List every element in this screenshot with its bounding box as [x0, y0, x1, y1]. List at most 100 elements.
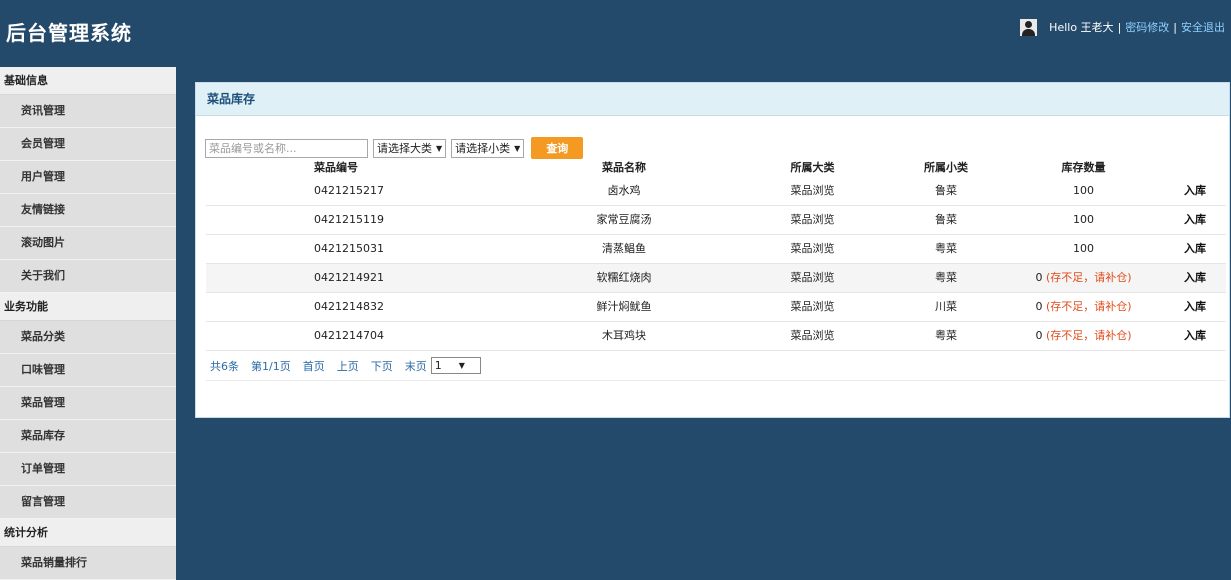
dish-code: 0421214921: [314, 271, 384, 284]
first-page-link[interactable]: 首页: [303, 358, 325, 374]
sidebar-item-slides[interactable]: 滚动图片: [0, 227, 176, 260]
sidebar-group-basic[interactable]: 基础信息: [0, 67, 176, 95]
logout-link[interactable]: 安全退出: [1181, 19, 1225, 35]
sidebar-item-dishes[interactable]: 菜品管理: [0, 387, 176, 420]
chevron-down-icon: ▼: [436, 143, 443, 153]
sidebar-item-links[interactable]: 友情链接: [0, 194, 176, 227]
stock-value: 0: [1035, 300, 1043, 313]
dish-subcategory: 粤菜: [935, 242, 957, 255]
sidebar-item-about[interactable]: 关于我们: [0, 260, 176, 293]
table-row: 0421215217 卤水鸡 菜品浏览 鲁菜 100 入库: [206, 177, 1226, 206]
stock-in-button[interactable]: 入库: [1184, 293, 1206, 321]
dish-subcategory: 鲁菜: [935, 213, 957, 226]
sidebar-item-sales-ranking[interactable]: 菜品销量排行: [0, 547, 176, 580]
dish-code: 0421215217: [314, 184, 384, 197]
dish-name: 家常豆腐汤: [596, 213, 652, 226]
stock-value: 0: [1035, 271, 1043, 284]
subcategory-select-value: 请选择小类: [455, 142, 511, 155]
page-info: 第1/1页: [251, 359, 291, 373]
dish-category: 菜品浏览: [790, 329, 835, 342]
user-greeting: Hello 王老大: [1049, 21, 1114, 34]
stock-value: 0: [1035, 329, 1043, 342]
prev-page-link[interactable]: 上页: [337, 358, 359, 374]
dish-subcategory: 粤菜: [935, 329, 957, 342]
pagination: 共6条 第1/1页 首页 上页 下页 末页 1 ▼: [210, 357, 481, 374]
stock-in-button[interactable]: 入库: [1184, 264, 1206, 292]
sidebar-item-messages[interactable]: 留言管理: [0, 486, 176, 519]
dish-name: 软糯红烧肉: [596, 271, 652, 284]
table-row: 0421215119 家常豆腐汤 菜品浏览 鲁菜 100 入库: [206, 206, 1226, 235]
stock-in-button[interactable]: 入库: [1184, 235, 1206, 263]
stock-warning: (存不足，请补仓): [1045, 271, 1132, 284]
divider: [206, 380, 1226, 381]
stock-quantity: 0 (存不足，请补仓): [1001, 264, 1166, 292]
table-row: 0421214921 软糯红烧肉 菜品浏览 粤菜 0 (存不足，请补仓) 入库: [206, 264, 1226, 293]
dish-category: 菜品浏览: [790, 300, 835, 313]
dish-code: 0421214704: [314, 329, 384, 342]
header-separator: |: [1173, 20, 1177, 34]
sidebar-item-inventory[interactable]: 菜品库存: [0, 420, 176, 453]
category-select[interactable]: 请选择大类 ▼: [373, 138, 447, 158]
column-header-quantity: 库存数量: [1061, 161, 1106, 174]
dish-subcategory: 粤菜: [935, 271, 957, 284]
dish-subcategory: 川菜: [935, 300, 957, 313]
table-header: 菜品编号 菜品名称 所属大类 所属小类 库存数量: [206, 159, 1226, 177]
column-header-subcategory: 所属小类: [924, 161, 968, 174]
next-page-link[interactable]: 下页: [371, 358, 393, 374]
total-count: 共6条: [210, 359, 239, 373]
last-page-link[interactable]: 末页: [405, 358, 427, 374]
dish-name: 鲜汁焖鱿鱼: [596, 300, 652, 313]
page-select[interactable]: 1 ▼: [430, 357, 481, 374]
stock-quantity: 100: [1001, 177, 1166, 205]
stock-quantity: 0 (存不足，请补仓): [1001, 293, 1166, 321]
table-row: 0421214704 木耳鸡块 菜品浏览 粤菜 0 (存不足，请补仓) 入库: [206, 322, 1226, 351]
stock-value: 100: [1073, 242, 1094, 255]
stock-warning: (存不足，请补仓): [1045, 300, 1132, 313]
category-select-value: 请选择大类: [377, 142, 432, 155]
stock-quantity: 100: [1001, 235, 1166, 263]
dish-name: 卤水鸡: [607, 184, 641, 197]
subcategory-select[interactable]: 请选择小类 ▼: [451, 138, 525, 158]
stock-in-button[interactable]: 入库: [1184, 322, 1206, 350]
sidebar-group-business[interactable]: 业务功能: [0, 293, 176, 321]
search-input[interactable]: [205, 138, 368, 158]
top-header: 后台管理系统 Hello 王老大 | 密码修改 | 安全退出: [0, 0, 1231, 62]
dish-category: 菜品浏览: [790, 184, 835, 197]
stock-in-button[interactable]: 入库: [1184, 177, 1206, 205]
user-avatar-icon: [1020, 18, 1038, 36]
dish-code: 0421215031: [314, 242, 384, 255]
user-box: Hello 王老大 | 密码修改 | 安全退出: [1020, 17, 1225, 37]
inventory-table: 菜品编号 菜品名称 所属大类 所属小类 库存数量 0421215217 卤水鸡 …: [206, 159, 1226, 351]
column-header-category: 所属大类: [790, 161, 835, 174]
stock-warning: (存不足，请补仓): [1045, 329, 1132, 342]
stock-in-button[interactable]: 入库: [1184, 206, 1206, 234]
dish-name: 木耳鸡块: [602, 329, 646, 342]
change-password-link[interactable]: 密码修改: [1125, 19, 1169, 35]
chevron-down-icon: ▼: [514, 143, 521, 153]
header-separator: |: [1117, 20, 1122, 34]
sidebar-item-dish-category[interactable]: 菜品分类: [0, 321, 176, 354]
sidebar-group-stats[interactable]: 统计分析: [0, 519, 176, 547]
stock-value: 100: [1073, 213, 1094, 226]
dish-subcategory: 鲁菜: [935, 184, 957, 197]
page-select-value: 1: [434, 359, 442, 372]
sidebar-item-orders[interactable]: 订单管理: [0, 453, 176, 486]
dish-code: 0421214832: [314, 300, 384, 313]
column-header-code: 菜品编号: [314, 161, 358, 174]
panel-title: 菜品库存: [196, 83, 1229, 116]
sidebar-item-news[interactable]: 资讯管理: [0, 95, 176, 128]
column-header-name: 菜品名称: [602, 161, 646, 174]
sidebar-item-members[interactable]: 会员管理: [0, 128, 176, 161]
table-row: 0421214832 鲜汁焖鱿鱼 菜品浏览 川菜 0 (存不足，请补仓) 入库: [206, 293, 1226, 322]
app-title: 后台管理系统: [6, 21, 132, 45]
search-toolbar: 请选择大类 ▼ 请选择小类 ▼ 查询: [205, 137, 584, 159]
inventory-panel: 菜品库存 请选择大类 ▼ 请选择小类 ▼ 查询 菜品编号 菜品名称 所属大类 所…: [195, 82, 1230, 418]
query-button[interactable]: 查询: [531, 137, 584, 159]
stock-quantity: 100: [1001, 206, 1166, 234]
sidebar-item-flavor[interactable]: 口味管理: [0, 354, 176, 387]
table-row: 0421215031 清蒸鲳鱼 菜品浏览 粤菜 100 入库: [206, 235, 1226, 264]
dish-category: 菜品浏览: [790, 242, 835, 255]
sidebar-item-users[interactable]: 用户管理: [0, 161, 176, 194]
stock-value: 100: [1073, 184, 1094, 197]
dish-category: 菜品浏览: [790, 213, 835, 226]
